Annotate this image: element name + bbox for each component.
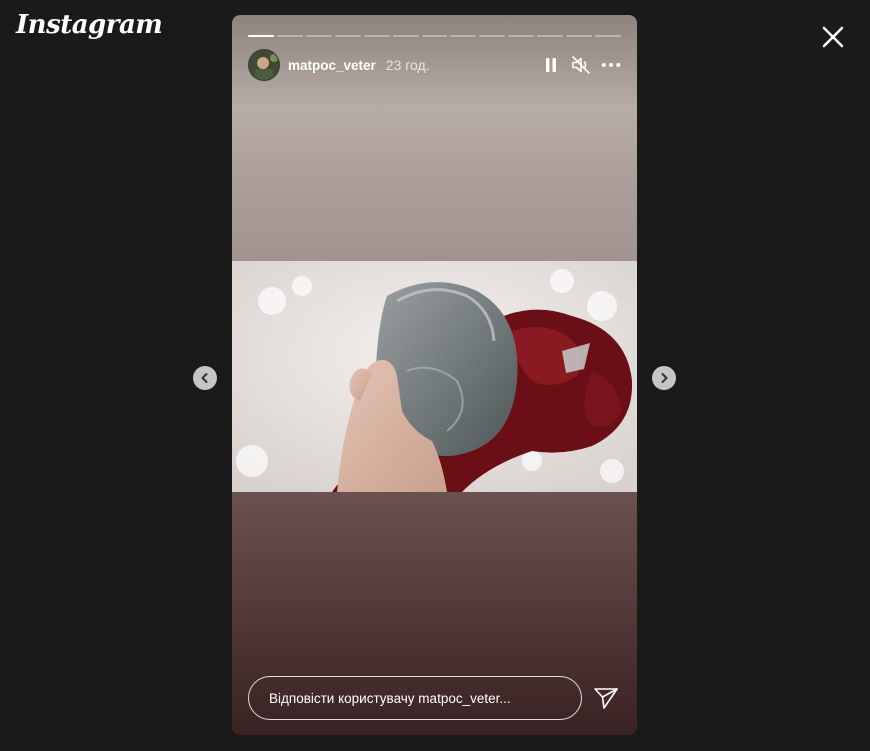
chevron-left-icon: [201, 373, 208, 383]
progress-segment: [479, 35, 506, 37]
story-header: matpoc_veter 23 год.: [248, 48, 621, 82]
progress-segment: [595, 35, 621, 37]
progress-segment: [363, 35, 390, 37]
reply-row: [248, 676, 621, 720]
pause-icon: [546, 58, 556, 72]
next-story-button[interactable]: [652, 366, 676, 390]
close-button[interactable]: [818, 22, 848, 52]
progress-segment: [450, 35, 477, 37]
progress-segment: [537, 35, 564, 37]
story-progress-bar: [248, 35, 621, 37]
story-controls: [541, 55, 621, 75]
mute-button[interactable]: [571, 55, 591, 75]
progress-segment: [305, 35, 332, 37]
story-username[interactable]: matpoc_veter: [288, 58, 376, 73]
progress-segment: [392, 35, 419, 37]
progress-segment: [421, 35, 448, 37]
progress-segment: [508, 35, 535, 37]
more-options-button[interactable]: [601, 55, 621, 75]
pause-button[interactable]: [541, 55, 561, 75]
previous-story-button[interactable]: [193, 366, 217, 390]
story-card[interactable]: matpoc_veter 23 год.: [232, 15, 637, 735]
instagram-logo[interactable]: Instagram: [16, 10, 163, 40]
story-photo: [232, 261, 637, 492]
send-button[interactable]: [591, 683, 621, 713]
reply-input[interactable]: [248, 676, 582, 720]
story-media: [232, 261, 637, 492]
progress-segment: [334, 35, 361, 37]
progress-segment: [566, 35, 593, 37]
story-timestamp: 23 год.: [385, 57, 430, 73]
chevron-right-icon: [661, 373, 668, 383]
more-horizontal-icon: [601, 63, 621, 67]
paper-plane-icon: [594, 688, 618, 709]
progress-segment: [276, 35, 303, 37]
muted-speaker-icon: [572, 56, 590, 74]
story-viewer-page: Instagram matpoc_veter 23 год. Відповіст…: [0, 0, 870, 751]
close-icon: [822, 26, 844, 48]
progress-segment: [248, 35, 274, 37]
avatar[interactable]: [248, 49, 280, 81]
avatar-image: [249, 50, 279, 80]
